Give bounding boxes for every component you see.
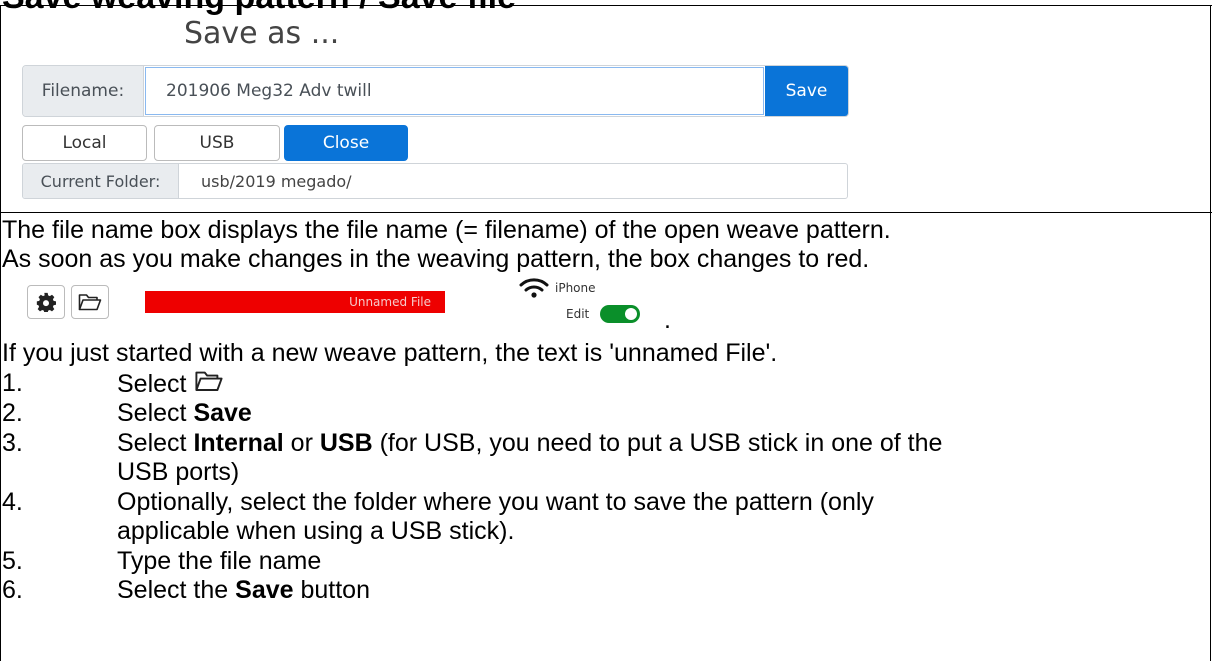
filename-group: Filename: 201906 Meg32 Adv twill Save [22, 65, 849, 117]
local-button[interactable]: Local [22, 125, 147, 161]
table-border-top [0, 5, 1212, 6]
step-number: 6. [2, 576, 23, 604]
step-text: Select Save [117, 399, 252, 427]
current-folder-value: usb/2019 megado/ [201, 171, 352, 191]
close-button[interactable]: Close [284, 125, 408, 161]
dialog-title: Save as ... [184, 16, 340, 51]
step-number: 5. [2, 547, 23, 575]
filename-status-bar: Unnamed File [145, 291, 445, 313]
document-title: Save weaving pattern / Save file [2, 0, 516, 17]
table-border-middle [0, 212, 1212, 213]
step-number: 4. [2, 488, 23, 516]
open-folder-button[interactable] [71, 285, 109, 319]
toggle-knob [625, 308, 637, 320]
current-folder-label: Current Folder: [23, 164, 179, 198]
current-folder-group: Current Folder: usb/2019 megado/ [22, 163, 848, 199]
wifi-icon [519, 278, 549, 298]
paragraph-unnamed: If you just started with a new weave pat… [2, 339, 778, 367]
step-number: 1. [2, 369, 23, 397]
status-text: Unnamed File [349, 295, 431, 309]
step-number: 2. [2, 399, 23, 427]
step-text: Select the Save button [117, 576, 370, 604]
folder-open-icon [195, 371, 223, 391]
table-border-left [0, 5, 1, 661]
usb-button[interactable]: USB [154, 125, 280, 161]
edit-label: Edit [566, 307, 590, 321]
step-text-continued: applicable when using a USB stick). [117, 517, 515, 545]
step-text: Type the file name [117, 547, 322, 575]
table-border-right [1210, 5, 1211, 661]
wifi-network-label: iPhone [555, 281, 596, 295]
filename-label: Filename: [23, 66, 144, 116]
edit-toggle[interactable] [600, 305, 640, 323]
paragraph-red-box: As soon as you make changes in the weavi… [2, 245, 870, 273]
step-text: Select Internal or USB (for USB, you nee… [117, 429, 943, 457]
settings-button[interactable] [27, 285, 65, 319]
step-text-continued: USB ports) [117, 458, 240, 486]
save-button[interactable]: Save [765, 66, 848, 116]
step-number: 3. [2, 429, 23, 457]
trailing-dot: . [664, 306, 671, 334]
gear-icon [36, 292, 56, 312]
filename-input[interactable]: 201906 Meg32 Adv twill [145, 67, 764, 115]
step-text: Select [117, 369, 225, 398]
paragraph-filename-box: The file name box displays the file name… [2, 216, 891, 244]
step-text: Optionally, select the folder where you … [117, 488, 874, 516]
folder-open-icon [78, 294, 102, 311]
